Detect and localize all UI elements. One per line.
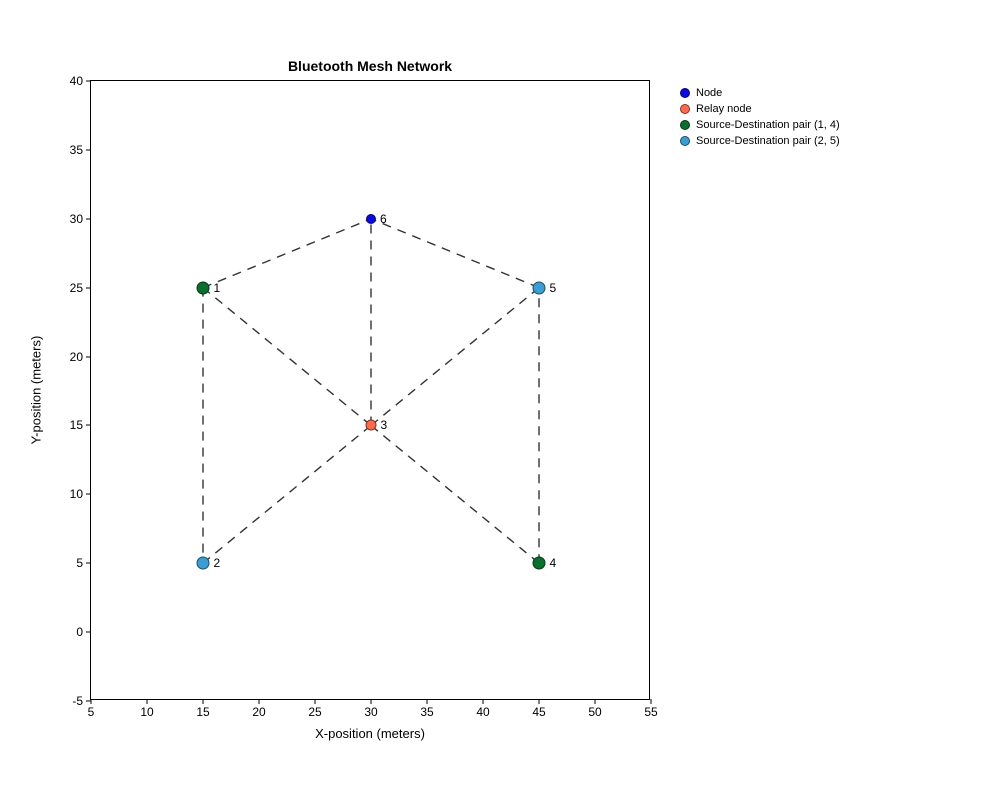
- legend-marker: [680, 136, 690, 146]
- x-tick-label: 45: [532, 705, 545, 719]
- mesh-edge: [371, 219, 539, 288]
- node-label-1: 1: [214, 281, 221, 295]
- legend-label: Source-Destination pair (1, 4): [696, 119, 840, 131]
- y-tick-label: 30: [70, 212, 83, 226]
- mesh-edge: [371, 425, 539, 563]
- legend-marker: [680, 104, 690, 114]
- legend-item: Source-Destination pair (2, 5): [680, 133, 840, 149]
- legend: Node Relay node Source-Destination pair (1…: [680, 85, 840, 149]
- y-tick-label: 35: [70, 143, 83, 157]
- x-tick-label: 15: [196, 705, 209, 719]
- node-label-4: 4: [550, 556, 557, 570]
- y-tick-label: 25: [70, 281, 83, 295]
- legend-marker: [680, 88, 690, 98]
- x-tick: [203, 699, 204, 704]
- axes-box: 510152025303540455055-505101520253035401…: [90, 80, 650, 700]
- mesh-edge: [371, 288, 539, 426]
- y-tick-label: 10: [70, 487, 83, 501]
- y-tick-label: -5: [72, 694, 83, 708]
- x-tick: [427, 699, 428, 704]
- y-tick: [86, 494, 91, 495]
- legend-item: Relay node: [680, 101, 840, 117]
- y-tick: [86, 81, 91, 82]
- node-marker-3: [366, 420, 377, 431]
- y-tick: [86, 425, 91, 426]
- x-tick: [651, 699, 652, 704]
- edges-layer: [91, 81, 651, 701]
- legend-item: Node: [680, 85, 840, 101]
- x-tick-label: 40: [476, 705, 489, 719]
- x-tick-label: 10: [140, 705, 153, 719]
- node-label-2: 2: [214, 556, 221, 570]
- x-tick: [315, 699, 316, 704]
- chart-title: Bluetooth Mesh Network: [288, 58, 452, 74]
- legend-label: Source-Destination pair (2, 5): [696, 135, 840, 147]
- x-tick: [539, 699, 540, 704]
- x-tick: [147, 699, 148, 704]
- x-tick: [259, 699, 260, 704]
- y-tick-label: 15: [70, 418, 83, 432]
- legend-label: Relay node: [696, 103, 752, 115]
- y-tick: [86, 218, 91, 219]
- x-tick-label: 30: [364, 705, 377, 719]
- node-marker-1: [197, 281, 210, 294]
- y-tick-label: 20: [70, 350, 83, 364]
- node-marker-6: [366, 214, 376, 224]
- y-tick-label: 5: [76, 556, 83, 570]
- legend-marker: [680, 120, 690, 130]
- y-tick-label: 0: [76, 625, 83, 639]
- node-label-6: 6: [380, 212, 387, 226]
- y-tick: [86, 287, 91, 288]
- y-tick: [86, 149, 91, 150]
- chart-figure: 510152025303540455055-505101520253035401…: [0, 0, 1000, 800]
- x-tick-label: 55: [644, 705, 657, 719]
- node-marker-4: [533, 557, 546, 570]
- x-tick: [483, 699, 484, 704]
- x-tick-label: 35: [420, 705, 433, 719]
- x-tick-label: 25: [308, 705, 321, 719]
- x-tick: [371, 699, 372, 704]
- y-tick-label: 40: [70, 74, 83, 88]
- legend-label: Node: [696, 87, 722, 99]
- y-tick: [86, 356, 91, 357]
- x-tick-label: 5: [88, 705, 95, 719]
- x-axis-label: X-position (meters): [315, 726, 425, 741]
- x-tick-label: 50: [588, 705, 601, 719]
- mesh-edge: [203, 219, 371, 288]
- node-marker-5: [533, 281, 546, 294]
- mesh-edge: [203, 425, 371, 563]
- node-label-5: 5: [550, 281, 557, 295]
- node-marker-2: [197, 557, 210, 570]
- x-tick-label: 20: [252, 705, 265, 719]
- legend-item: Source-Destination pair (1, 4): [680, 117, 840, 133]
- x-tick: [595, 699, 596, 704]
- node-label-3: 3: [381, 418, 388, 432]
- y-tick: [86, 563, 91, 564]
- mesh-edge: [203, 288, 371, 426]
- y-tick: [86, 701, 91, 702]
- y-tick: [86, 632, 91, 633]
- y-axis-label: Y-position (meters): [29, 336, 44, 445]
